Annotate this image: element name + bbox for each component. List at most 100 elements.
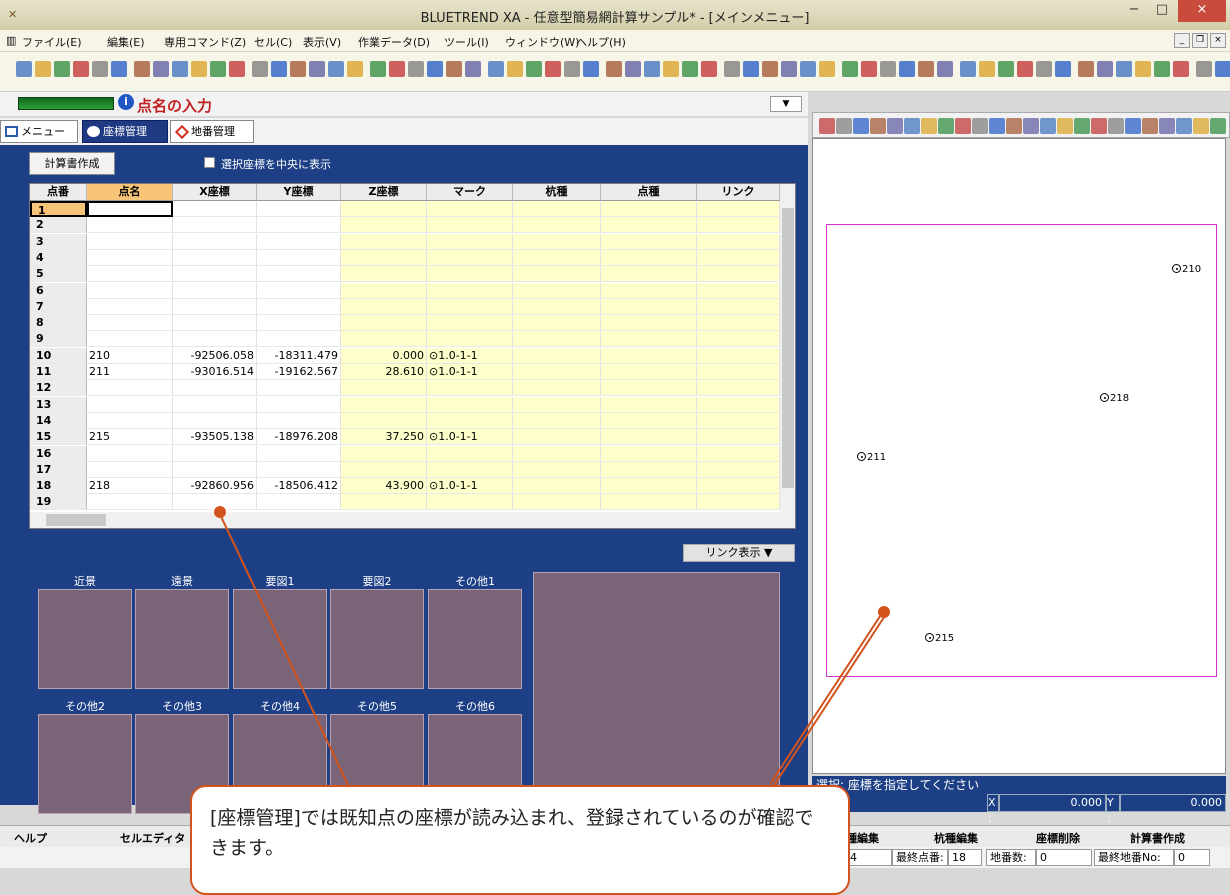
fn-pile-edit-button[interactable]: 杭種編集 xyxy=(934,830,978,846)
toolbar-tool-icon[interactable] xyxy=(252,61,268,77)
tab-coordinates[interactable]: 座標管理 xyxy=(82,120,168,143)
close-button[interactable]: × xyxy=(1178,0,1226,22)
table-row[interactable]: 5 xyxy=(30,266,780,283)
toolbar-tool-icon[interactable] xyxy=(564,61,580,77)
table-cell[interactable]: -92860.956 xyxy=(173,478,257,495)
menu-window[interactable]: ウィンドウ(W) xyxy=(505,34,579,50)
toolbar-tool-icon[interactable] xyxy=(1196,61,1212,77)
toolbar-tool-icon[interactable] xyxy=(979,61,995,77)
table-row[interactable]: 13 xyxy=(30,396,780,413)
plot-tool-icon[interactable] xyxy=(1210,118,1226,134)
table-cell[interactable] xyxy=(257,412,341,429)
table-cell[interactable] xyxy=(601,266,697,283)
toolbar-tool-icon[interactable] xyxy=(134,61,150,77)
table-cell[interactable] xyxy=(601,445,697,462)
toolbar-tool-icon[interactable] xyxy=(111,61,127,77)
plot-tool-icon[interactable] xyxy=(1125,118,1141,134)
table-cell[interactable] xyxy=(427,494,513,511)
toolbar-tool-icon[interactable] xyxy=(1036,61,1052,77)
table-cell[interactable] xyxy=(173,315,257,332)
table-cell[interactable] xyxy=(87,331,173,348)
toolbar-tool-icon[interactable] xyxy=(701,61,717,77)
table-cell[interactable] xyxy=(697,429,780,446)
plot-tool-icon[interactable] xyxy=(1108,118,1124,134)
table-cell[interactable] xyxy=(513,331,601,348)
table-cell[interactable] xyxy=(341,445,427,462)
table-cell[interactable] xyxy=(513,412,601,429)
table-cell[interactable] xyxy=(601,380,697,397)
menu-tools[interactable]: ツール(I) xyxy=(444,34,489,50)
table-cell[interactable]: ⊙1.0-1-1 xyxy=(427,347,513,364)
point-211[interactable]: 211 xyxy=(857,451,886,463)
toolbar-tool-icon[interactable] xyxy=(526,61,542,77)
toolbar-tool-icon[interactable] xyxy=(210,61,226,77)
plot-tool-icon[interactable] xyxy=(1142,118,1158,134)
table-cell[interactable] xyxy=(513,266,601,283)
plot-tool-icon[interactable] xyxy=(1057,118,1073,134)
table-cell[interactable]: 43.900 xyxy=(341,478,427,495)
toolbar-tool-icon[interactable] xyxy=(861,61,877,77)
toolbar-tool-icon[interactable] xyxy=(229,61,245,77)
toolbar-tool-icon[interactable] xyxy=(1097,61,1113,77)
toolbar-tool-icon[interactable] xyxy=(998,61,1014,77)
toolbar-tool-icon[interactable] xyxy=(899,61,915,77)
table-cell[interactable] xyxy=(87,396,173,413)
toolbar-tool-icon[interactable] xyxy=(762,61,778,77)
toolbar-tool-icon[interactable] xyxy=(800,61,816,77)
table-cell[interactable] xyxy=(257,315,341,332)
photo-slot[interactable] xyxy=(135,589,229,689)
table-cell[interactable] xyxy=(173,380,257,397)
table-cell[interactable] xyxy=(341,380,427,397)
table-cell[interactable]: 37.250 xyxy=(341,429,427,446)
table-cell[interactable]: -19162.567 xyxy=(257,364,341,380)
table-cell[interactable] xyxy=(513,282,601,299)
table-cell[interactable] xyxy=(173,217,257,234)
table-cell[interactable] xyxy=(173,233,257,250)
table-cell[interactable] xyxy=(257,396,341,413)
column-header[interactable]: 点種 xyxy=(601,184,697,201)
table-cell[interactable] xyxy=(513,396,601,413)
table-cell[interactable] xyxy=(697,380,780,397)
menu-file[interactable]: ファイル(E) xyxy=(22,34,82,50)
plot-tool-icon[interactable] xyxy=(870,118,886,134)
table-cell[interactable] xyxy=(513,347,601,364)
table-cell[interactable] xyxy=(427,298,513,315)
table-cell[interactable]: -18506.412 xyxy=(257,478,341,495)
vertical-scrollbar[interactable] xyxy=(780,184,795,512)
fn-type-edit-button[interactable]: 種編集 xyxy=(846,830,879,846)
table-cell[interactable] xyxy=(341,315,427,332)
plot-tool-icon[interactable] xyxy=(1023,118,1039,134)
fn-help-button[interactable]: ヘルプ xyxy=(14,830,47,846)
table-cell[interactable] xyxy=(697,249,780,266)
table-cell[interactable] xyxy=(513,429,601,446)
table-cell[interactable] xyxy=(601,461,697,478)
table-cell[interactable] xyxy=(257,217,341,234)
column-header[interactable]: X座標 xyxy=(173,184,257,201)
toolbar-tool-icon[interactable] xyxy=(465,61,481,77)
menu-workdata[interactable]: 作業データ(D) xyxy=(358,34,430,50)
table-cell[interactable] xyxy=(257,331,341,348)
plot-tool-icon[interactable] xyxy=(853,118,869,134)
link-display-button[interactable]: リンク表示 ▼ xyxy=(683,544,795,562)
table-cell[interactable] xyxy=(697,494,780,511)
scroll-thumb[interactable] xyxy=(782,208,794,488)
toolbar-tool-icon[interactable] xyxy=(682,61,698,77)
toolbar-tool-icon[interactable] xyxy=(427,61,443,77)
create-report-button[interactable]: 計算書作成 xyxy=(29,152,115,175)
toolbar-tool-icon[interactable] xyxy=(347,61,363,77)
table-row[interactable]: 4 xyxy=(30,249,780,266)
table-cell[interactable] xyxy=(697,364,780,380)
table-cell[interactable] xyxy=(513,217,601,234)
table-cell[interactable] xyxy=(513,298,601,315)
table-cell[interactable] xyxy=(87,494,173,511)
table-cell[interactable] xyxy=(257,249,341,266)
table-cell[interactable] xyxy=(601,347,697,364)
menu-view[interactable]: 表示(V) xyxy=(303,34,341,50)
center-checkbox[interactable] xyxy=(204,157,215,168)
table-cell[interactable] xyxy=(697,315,780,332)
table-row[interactable]: 7 xyxy=(30,298,780,315)
table-cell[interactable] xyxy=(427,331,513,348)
toolbar-tool-icon[interactable] xyxy=(625,61,641,77)
table-cell[interactable] xyxy=(601,396,697,413)
column-header[interactable]: 点名 xyxy=(87,184,173,201)
